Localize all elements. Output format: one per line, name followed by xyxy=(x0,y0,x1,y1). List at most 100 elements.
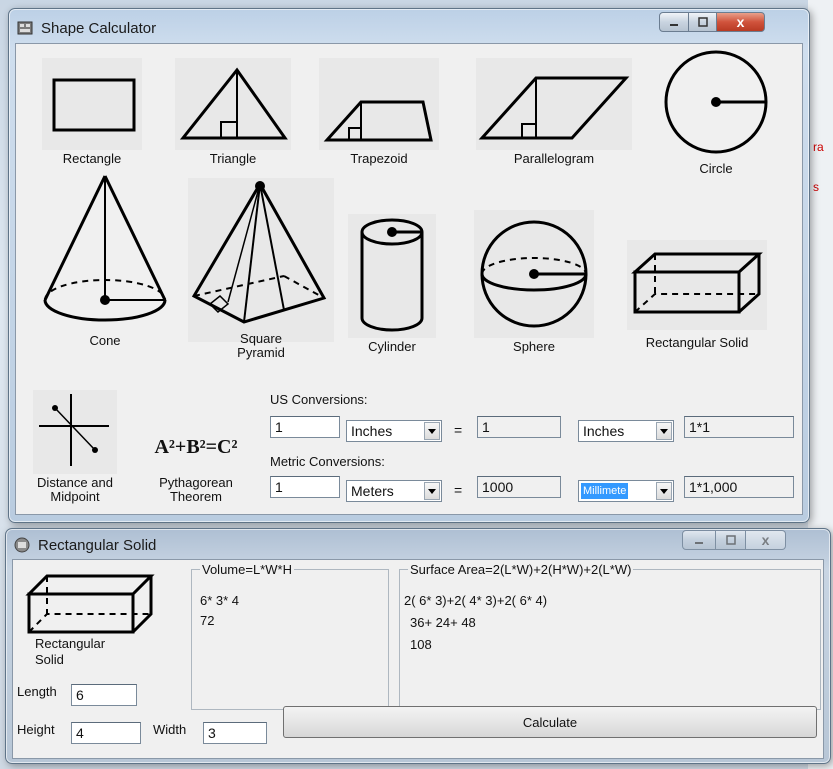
caption-buttons: x xyxy=(659,12,765,32)
volume-expression: 6* 3* 4 xyxy=(200,593,240,608)
shape-label-line: Pyramid xyxy=(237,345,285,360)
volume-formula: Volume=L*W*H xyxy=(202,562,292,577)
minimize-button[interactable] xyxy=(659,12,689,32)
chevron-down-icon[interactable] xyxy=(656,422,672,440)
minimize-button[interactable] xyxy=(682,530,716,550)
chevron-down-icon[interactable] xyxy=(424,482,440,500)
pythagorean-icon: A²+B²=C² xyxy=(126,390,266,474)
bg-text-fragment: ra xyxy=(813,140,824,154)
maximize-button[interactable] xyxy=(716,530,746,550)
us-to-unit-select[interactable]: Inches xyxy=(578,420,674,442)
metric-from-unit-select[interactable]: Meters xyxy=(346,480,442,502)
surface-area-result: 108 xyxy=(410,637,432,652)
rectangular-solid-panel: Rectangular Solid Volume=L*W*H 6* 3* 4 7… xyxy=(12,559,824,759)
shape-label: Trapezoid xyxy=(350,151,408,166)
shape-label: Pythagorean Theorem xyxy=(126,476,266,504)
width-label: Width xyxy=(153,722,187,737)
surface-area-terms: 36+ 24+ 48 xyxy=(410,615,476,630)
surface-area-expression: 2( 6* 3)+2( 4* 3)+2( 6* 4) xyxy=(404,593,548,608)
shape-square-pyramid[interactable]: Square Pyramid xyxy=(186,178,336,360)
metric-input[interactable] xyxy=(270,476,340,498)
shape-label: Sphere xyxy=(513,339,555,354)
close-icon: x xyxy=(761,532,770,548)
cylinder-icon xyxy=(348,214,436,338)
metric-conversions-label: Metric Conversions: xyxy=(270,454,385,469)
window-title: Rectangular Solid xyxy=(38,537,157,554)
rectangular-solid-window: Rectangular Solid x Rectangular Solid Vo… xyxy=(5,528,831,764)
length-input[interactable] xyxy=(71,684,137,706)
equals-sign: = xyxy=(454,422,463,438)
shape-parallelogram[interactable]: Parallelogram xyxy=(474,58,634,166)
shape-rectangle[interactable]: Rectangle xyxy=(36,58,148,166)
equals-sign: = xyxy=(454,482,463,498)
volume-result: 72 xyxy=(200,613,215,628)
calculate-button[interactable]: Calculate xyxy=(283,706,817,738)
shape-trapezoid[interactable]: Trapezoid xyxy=(319,58,439,166)
close-button[interactable]: x xyxy=(746,530,786,550)
height-label: Height xyxy=(17,722,55,737)
rectangle-icon xyxy=(42,58,142,150)
maximize-button[interactable] xyxy=(689,12,717,32)
sphere-icon xyxy=(474,210,594,338)
distance-midpoint-icon xyxy=(33,390,117,474)
shape-panel: Rectangle Triangle Trapezoid Parallelogr… xyxy=(15,43,803,515)
surface-area-formula: Surface Area=2(L*W)+2(H*W)+2(L*W) xyxy=(410,562,632,577)
shape-label: Triangle xyxy=(209,151,257,166)
window-title: Shape Calculator xyxy=(41,20,157,37)
shape-rectangular-solid[interactable]: Rectangular Solid xyxy=(612,240,782,350)
shape-calculator-window: Shape Calculator x Rectangle Triangle Tr… xyxy=(8,8,810,523)
app-icon xyxy=(17,21,33,35)
rectangular-solid-icon xyxy=(25,574,155,634)
metric-formula xyxy=(684,476,794,498)
chevron-down-icon[interactable] xyxy=(424,422,440,440)
shape-label: Cylinder xyxy=(368,339,416,354)
maximize-icon xyxy=(725,535,736,545)
shape-label: Rectangular Solid xyxy=(645,335,749,350)
pythagorean-formula: A²+B²=C² xyxy=(154,436,238,458)
us-conversions-label: US Conversions: xyxy=(270,392,368,407)
shape-label: Rectangular Solid xyxy=(35,636,105,668)
close-icon: x xyxy=(736,14,745,30)
shape-label-line: Theorem xyxy=(169,489,223,504)
shape-label-line: Midpoint xyxy=(50,489,100,504)
shape-pythagorean-theorem[interactable]: A²+B²=C² Pythagorean Theorem xyxy=(126,390,266,504)
maximize-icon xyxy=(697,17,708,27)
height-input[interactable] xyxy=(71,722,141,744)
chevron-down-icon[interactable] xyxy=(656,482,672,500)
selected-value: Inches xyxy=(351,423,393,439)
title-bar[interactable]: Rectangular Solid x xyxy=(6,529,830,559)
selected-value: Meters xyxy=(351,483,394,499)
shape-label: Parallelogram xyxy=(513,151,595,166)
width-input[interactable] xyxy=(203,722,267,744)
us-from-unit-select[interactable]: Inches xyxy=(346,420,442,442)
title-bar[interactable]: Shape Calculator x xyxy=(9,9,809,43)
shape-cone[interactable]: Cone xyxy=(30,172,180,348)
parallelogram-icon xyxy=(476,58,632,150)
app-icon xyxy=(14,537,30,553)
shape-label: Cone xyxy=(89,333,121,348)
volume-group: Volume=L*W*H 6* 3* 4 72 xyxy=(191,562,389,710)
us-result xyxy=(477,416,561,438)
shape-triangle[interactable]: Triangle xyxy=(173,58,293,166)
bg-text-fragment: s xyxy=(813,180,819,194)
metric-result xyxy=(477,476,561,498)
circle-icon xyxy=(664,50,768,154)
shape-cylinder[interactable]: Cylinder xyxy=(342,214,442,354)
shape-label-line: Solid xyxy=(35,652,64,667)
shape-circle[interactable]: Circle xyxy=(656,46,776,176)
triangle-icon xyxy=(175,58,291,150)
us-formula xyxy=(684,416,794,438)
metric-to-unit-select[interactable]: Millimete xyxy=(578,480,674,502)
minimize-icon xyxy=(695,542,703,544)
rectangular-solid-icon xyxy=(627,240,767,330)
close-button[interactable]: x xyxy=(717,12,765,32)
us-input[interactable] xyxy=(270,416,340,438)
shape-distance-midpoint[interactable]: Distance and Midpoint xyxy=(20,390,130,504)
shape-sphere[interactable]: Sphere xyxy=(470,210,598,354)
caption-buttons: x xyxy=(682,530,786,550)
trapezoid-icon xyxy=(319,58,439,150)
minimize-icon xyxy=(670,24,678,26)
shape-label-line: Distance and xyxy=(37,475,113,490)
shape-label-line: Rectangular xyxy=(35,636,106,651)
shape-label: Rectangle xyxy=(62,151,122,166)
